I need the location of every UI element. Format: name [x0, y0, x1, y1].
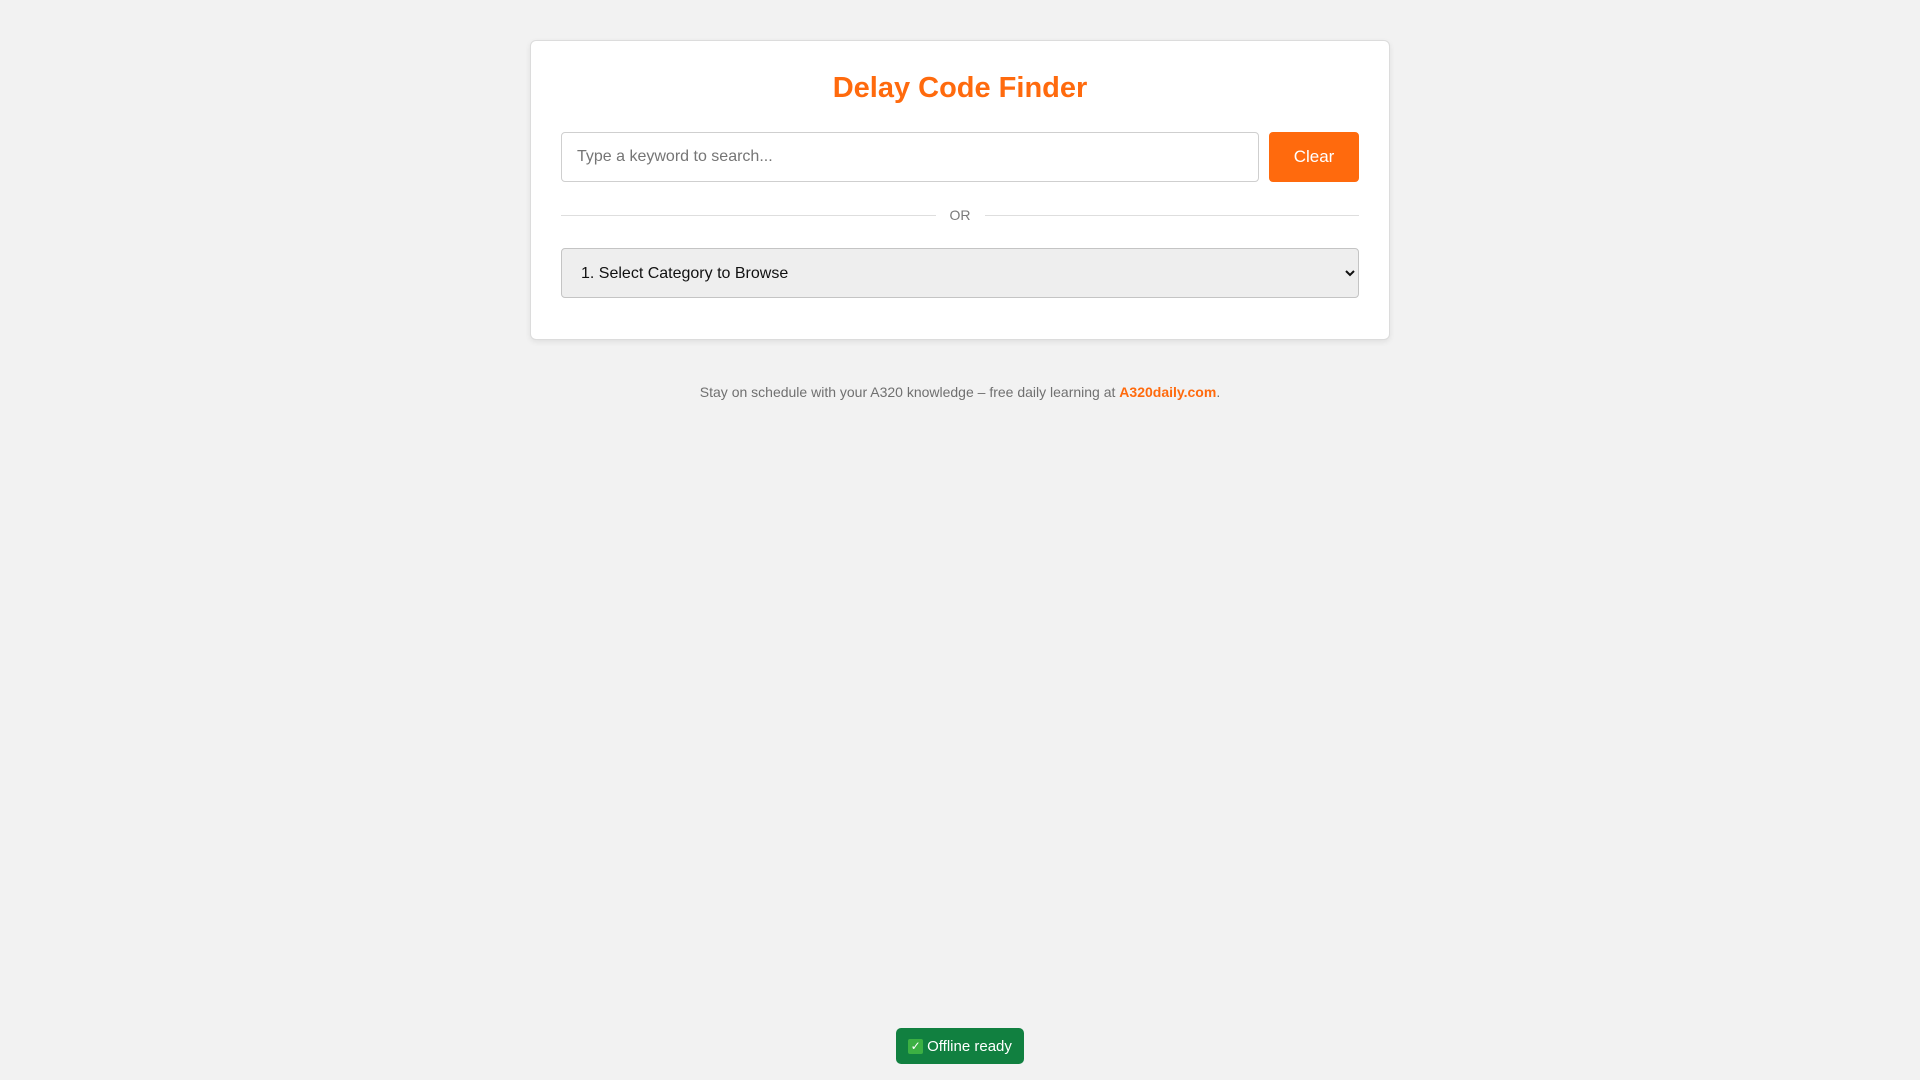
- search-row: Clear: [561, 132, 1359, 182]
- or-divider: OR: [561, 207, 1359, 223]
- divider-line-right: [984, 214, 1359, 216]
- divider-label: OR: [949, 207, 971, 223]
- category-select[interactable]: 1. Select Category to Browse: [561, 248, 1359, 298]
- footer-prefix: Stay on schedule with your A320 knowledg…: [699, 384, 1120, 400]
- footer-suffix: .: [1216, 384, 1221, 400]
- offline-status-label: Offline ready: [927, 1037, 1012, 1055]
- finder-card: Delay Code Finder Clear OR 1. Select Cat…: [530, 40, 1390, 340]
- footer-note: Stay on schedule with your A320 knowledg…: [0, 384, 1920, 400]
- check-icon: ✓: [908, 1038, 924, 1054]
- footer-link[interactable]: A320daily.com: [1119, 384, 1216, 400]
- page-title: Delay Code Finder: [832, 72, 1088, 104]
- offline-status-badge: ✓ Offline ready: [896, 1028, 1024, 1064]
- clear-button[interactable]: Clear: [1269, 132, 1359, 182]
- search-input[interactable]: [561, 132, 1259, 182]
- divider-line-left: [561, 214, 936, 216]
